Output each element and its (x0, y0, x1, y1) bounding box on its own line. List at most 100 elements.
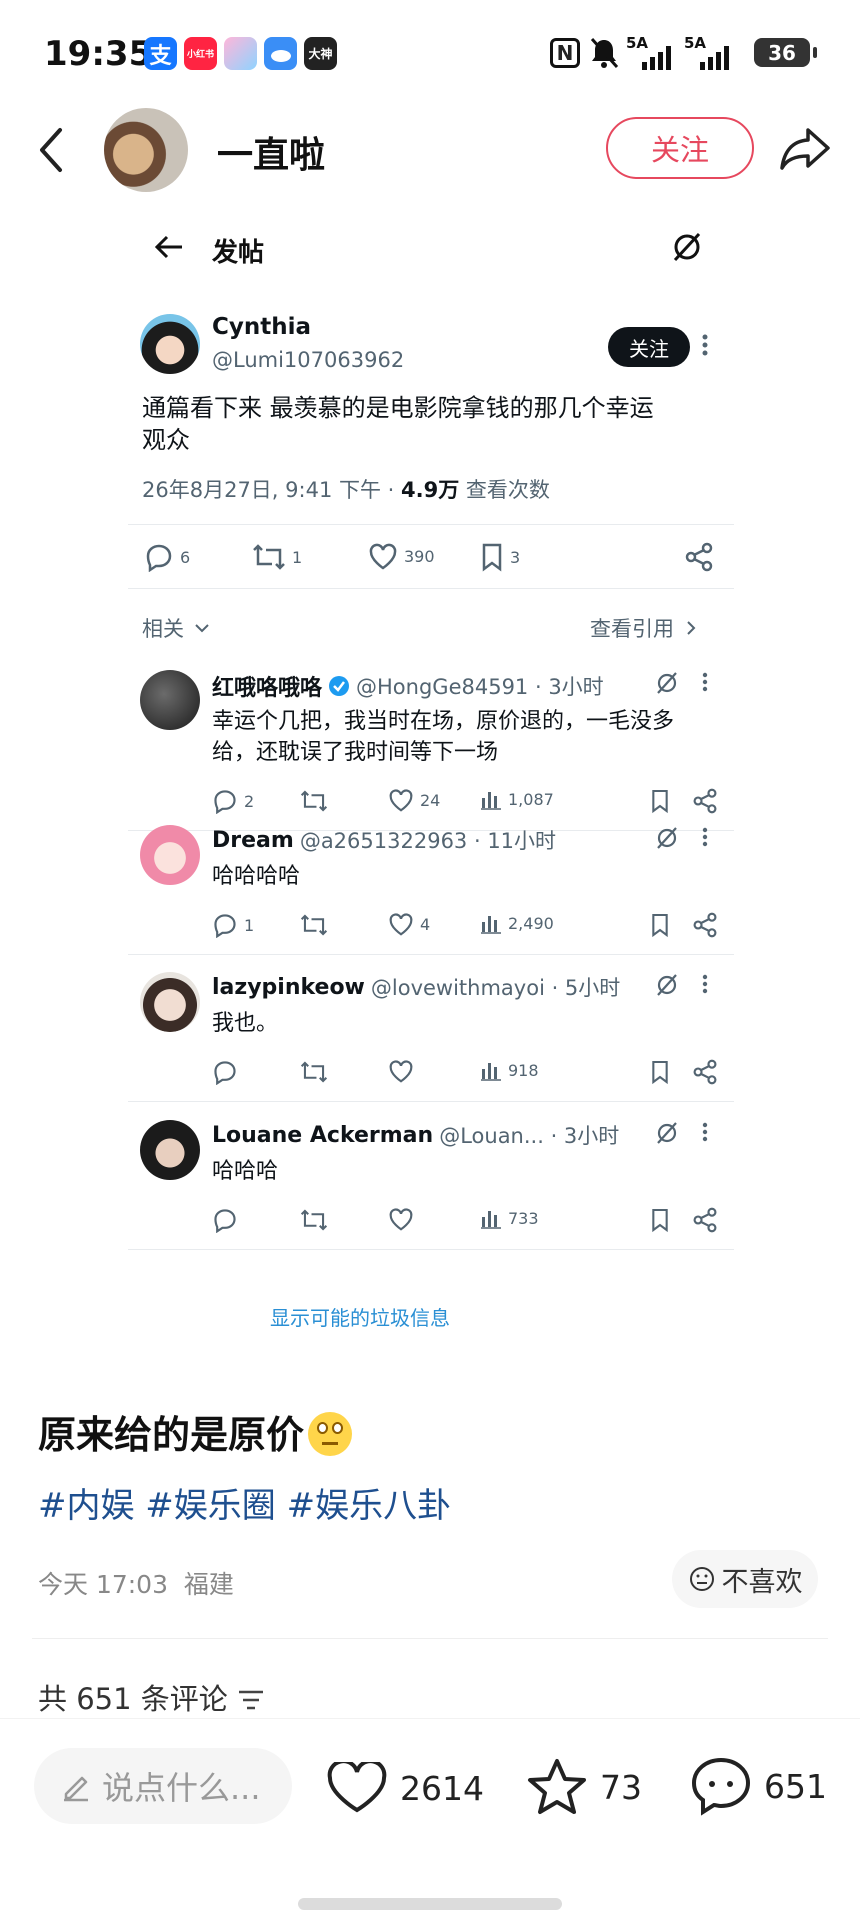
retweet-icon (253, 544, 285, 570)
reply-icon (214, 1061, 236, 1085)
reply-avatar (140, 825, 200, 885)
views-icon (481, 916, 501, 934)
reply-header: Dream @a2651322963 · 11小时 (212, 825, 556, 855)
reply-icon (214, 1209, 236, 1233)
retweet-icon (300, 914, 328, 936)
comment-button[interactable]: 651 (690, 1756, 827, 1816)
reply-comment-stat (212, 1059, 244, 1085)
reply-author-name: 红哦咯哦咯 (212, 676, 323, 701)
more-icon (702, 334, 708, 360)
signal-1-icon (640, 44, 676, 74)
reply-handle: @lovewithmayoi · 5小时 (370, 976, 621, 1000)
dislike-button[interactable]: 不喜欢 (672, 1550, 818, 1608)
related-label: 相关 (142, 613, 210, 643)
game-icon (224, 37, 257, 70)
reply-text-line-2: 给，还耽误了我时间等下一场 (212, 740, 499, 765)
reply-icon (214, 790, 236, 814)
back-button[interactable] (36, 126, 66, 178)
divider (128, 1101, 734, 1102)
divider (128, 588, 734, 589)
pencil-icon (64, 1776, 88, 1802)
view-quotes-link: 查看引用 (590, 613, 696, 643)
reply-handle: @HongGe84591 · 3小时 (356, 675, 604, 699)
grok-icon (654, 825, 680, 855)
tweet-meta: 26年8月27日, 9:41 下午 · 4.9万 查看次数 (142, 474, 550, 504)
collect-button[interactable]: 73 (526, 1758, 642, 1816)
author-name[interactable]: 一直啦 (217, 126, 325, 178)
divider (32, 1638, 828, 1639)
views-icon (481, 1211, 501, 1229)
comment-bubble-icon (691, 1757, 751, 1816)
reply-like-stat (388, 1207, 420, 1231)
comment-input[interactable]: 说点什么... (34, 1748, 292, 1824)
home-indicator[interactable] (298, 1898, 562, 1910)
mute-bell-icon (588, 36, 620, 74)
divider (128, 1249, 734, 1250)
reply-views-stat: 2,490 (480, 912, 554, 934)
more-icon (702, 672, 708, 696)
reply-retweet-stat (300, 788, 334, 814)
retweet-icon (300, 790, 328, 812)
divider (128, 524, 734, 525)
reply-icon (146, 544, 172, 572)
divider (128, 954, 734, 955)
reply-bookmark-icon (650, 1207, 670, 1237)
chevron-right-icon (687, 621, 696, 635)
reply-icon (214, 914, 236, 938)
reply-text-line-1: 幸运个几把，我当时在场，原价退的，一毛没多 (212, 709, 675, 734)
more-icon (702, 1122, 708, 1146)
comment-count[interactable]: 共 651 条评论 (38, 1676, 265, 1718)
heart-icon (389, 1208, 413, 1231)
tweet-bookmark-stat: 3 (480, 542, 520, 572)
post-meta: 今天 17:03 福建 (38, 1570, 234, 1599)
star-icon (528, 1759, 586, 1814)
eye-roll-emoji-icon (308, 1412, 353, 1456)
dashen-icon: 大神 (304, 37, 337, 70)
reply-handle: @a2651322963 · 11小时 (299, 829, 557, 853)
tweet-reply-stat: 6 (144, 542, 190, 572)
more-icon (702, 974, 708, 998)
reply-views-stat: 733 (480, 1207, 539, 1229)
reply-handle: @Louan... · 3小时 (439, 1124, 620, 1148)
status-time: 19:35 (44, 34, 153, 74)
post-tags[interactable]: #内娱 #娱乐圈 #娱乐八卦 (38, 1478, 451, 1527)
tweet-share-icon (684, 542, 714, 576)
reply-share-icon (692, 1207, 718, 1237)
reply-author-name: Louane Ackerman (212, 1122, 434, 1148)
views-icon (481, 1063, 501, 1081)
tweet-date: 26年8月27日, 9:41 下午 · (142, 478, 402, 502)
reply-bookmark-icon (650, 1059, 670, 1089)
author-avatar[interactable] (104, 108, 188, 192)
tweet-author-handle: @Lumi107063962 (212, 348, 405, 372)
reply-bookmark-icon (650, 912, 670, 942)
follow-button[interactable]: 关注 (606, 117, 754, 179)
views-icon (481, 792, 501, 810)
alipay-icon: 支 (144, 37, 177, 70)
reply-views-stat: 1,087 (480, 788, 554, 810)
reply-avatar (140, 1120, 200, 1180)
reply-retweet-stat (300, 912, 334, 938)
show-spam-link: 显示可能的垃圾信息 (270, 1306, 450, 1330)
like-button[interactable]: 2614 (326, 1762, 484, 1814)
share-icon[interactable] (778, 124, 832, 176)
retweet-icon (300, 1209, 328, 1231)
retweet-icon (300, 1061, 328, 1083)
heart-icon (369, 543, 397, 570)
bookmark-icon (482, 543, 502, 572)
verified-badge-icon (329, 676, 350, 696)
grok-icon (654, 972, 680, 1002)
weather-icon (264, 37, 297, 70)
reply-share-icon (692, 788, 718, 818)
reply-comment-stat: 1 (212, 912, 254, 938)
sort-icon (239, 1690, 264, 1710)
tweet-like-stat: 390 (368, 542, 435, 570)
nfc-icon: N (550, 38, 580, 68)
tweet-follow-button: 关注 (608, 327, 690, 367)
reply-share-icon (692, 1059, 718, 1089)
reply-comment-stat: 2 (212, 788, 254, 814)
tweet-views-label: 查看次数 (459, 478, 550, 502)
reply-retweet-stat (300, 1207, 334, 1233)
embedded-screenshot: 发帖 Cynthia @Lumi107063962 关注 通篇看下来 最羡慕的是… (128, 220, 734, 1350)
reply-text-line-1: 我也。 (212, 1011, 279, 1036)
xiaohongshu-icon: 小红书 (184, 37, 217, 70)
